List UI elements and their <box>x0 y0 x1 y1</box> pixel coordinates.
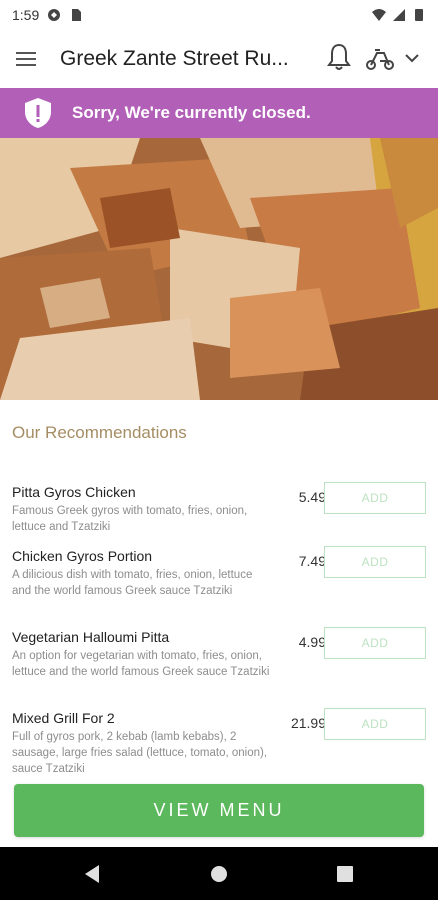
shield-alert-icon <box>25 98 51 128</box>
battery-icon <box>415 9 423 21</box>
wifi-icon <box>372 9 386 21</box>
status-bar: 1:59 <box>0 0 438 30</box>
recommendations-title: Our Recommendations <box>12 423 187 442</box>
add-button[interactable]: ADD <box>324 627 426 659</box>
list-item: Chicken Gyros Portion A dilicious dish w… <box>12 546 426 599</box>
vpn-icon <box>48 9 61 21</box>
item-description: Full of gyros pork, 2 kebab (lamb kebabs… <box>12 731 268 775</box>
status-time: 1:59 <box>12 7 40 23</box>
gyros-photo <box>0 138 438 400</box>
item-price: 21.99 <box>290 715 326 731</box>
recent-apps-icon[interactable] <box>337 866 353 882</box>
view-menu-button[interactable]: VIEW MENU <box>14 784 424 837</box>
home-icon[interactable] <box>210 865 228 883</box>
add-button[interactable]: ADD <box>324 482 426 514</box>
sim-icon <box>72 9 82 21</box>
app-title: Greek Zante Street Ru... <box>60 47 289 70</box>
menu-icon[interactable] <box>16 45 44 73</box>
hero-image <box>0 138 438 400</box>
item-price: 7.49 <box>298 553 326 569</box>
list-item: Pitta Gyros Chicken Famous Greek gyros w… <box>12 482 426 535</box>
back-icon[interactable] <box>83 864 101 884</box>
add-button[interactable]: ADD <box>324 708 426 740</box>
item-description: Famous Greek gyros with tomato, fries, o… <box>12 505 248 533</box>
bell-icon[interactable] <box>326 42 352 72</box>
list-item: Mixed Grill For 2 Full of gyros pork, 2 … <box>12 708 426 777</box>
system-nav-bar <box>0 847 438 900</box>
item-price: 5.49 <box>298 489 326 505</box>
item-description: An option for vegetarian with tomato, fr… <box>12 650 270 678</box>
delivery-icon[interactable] <box>364 44 396 72</box>
list-item: Vegetarian Halloumi Pitta An option for … <box>12 627 426 680</box>
item-description: A dilicious dish with tomato, fries, oni… <box>12 569 253 597</box>
app-bar: Greek Zante Street Ru... <box>0 30 438 88</box>
closed-banner: Sorry, We're currently closed. <box>0 88 438 138</box>
item-price: 4.99 <box>298 634 326 650</box>
closed-message: Sorry, We're currently closed. <box>72 103 311 122</box>
add-button[interactable]: ADD <box>324 546 426 578</box>
chevron-down-icon[interactable] <box>402 46 422 70</box>
signal-icon <box>393 9 405 21</box>
